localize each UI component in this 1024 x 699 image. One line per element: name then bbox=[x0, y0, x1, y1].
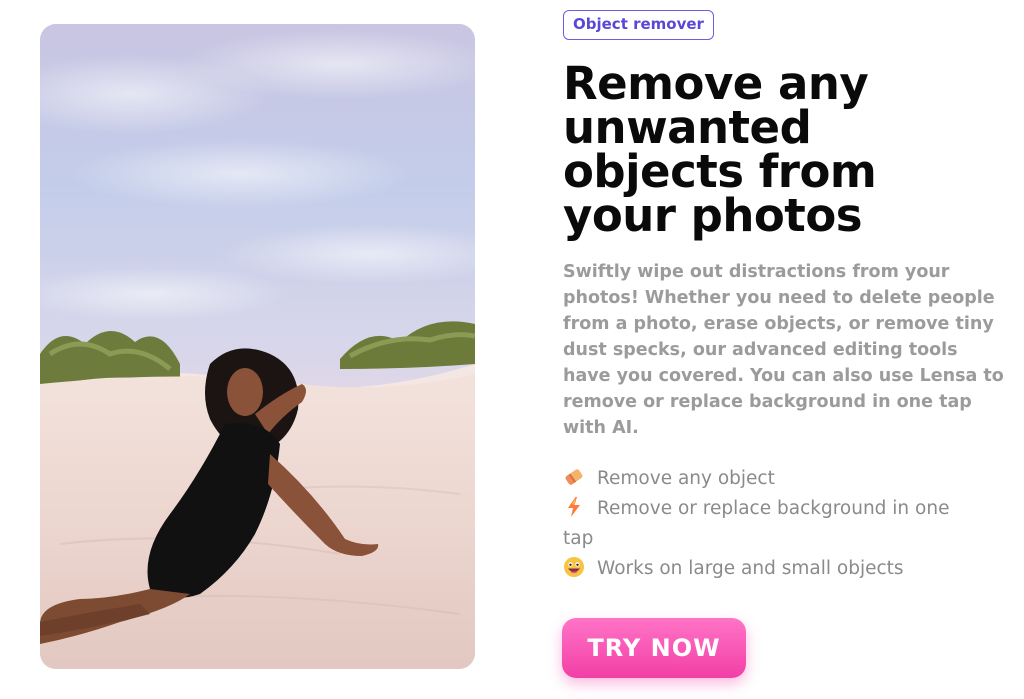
feature-item: Remove or replace background in one tap bbox=[563, 494, 1003, 554]
feature-label: Works on large and small objects bbox=[597, 558, 904, 579]
lightning-icon bbox=[563, 496, 585, 518]
description-line: with AI. bbox=[563, 418, 639, 438]
title-line: your photos bbox=[563, 189, 863, 242]
feature-item: Remove any object bbox=[563, 464, 1003, 494]
description-line: have you covered. You can also use Lensa… bbox=[563, 366, 1004, 386]
feature-label: Remove any object bbox=[597, 468, 775, 489]
description-line: photos! Whether you need to delete peopl… bbox=[563, 288, 995, 308]
title-line: unwanted bbox=[563, 101, 812, 154]
feature-label-continued: tap bbox=[563, 528, 594, 549]
page: Object remover Remove any unwanted objec… bbox=[0, 0, 1024, 699]
try-now-button[interactable]: TRY NOW bbox=[562, 618, 746, 678]
title-line: objects from bbox=[563, 145, 877, 198]
feature-item: Works on large and small objects bbox=[563, 554, 1003, 584]
description-line: from a photo, erase objects, or remove t… bbox=[563, 314, 994, 334]
woman-on-sand-dune-image bbox=[40, 24, 475, 669]
object-remover-badge: Object remover bbox=[563, 10, 714, 40]
description-line: dust specks, our advanced editing tools bbox=[563, 340, 958, 360]
description-line: Swiftly wipe out distractions from your bbox=[563, 262, 950, 282]
eraser-icon bbox=[563, 466, 585, 488]
title-line: Remove any bbox=[563, 57, 869, 110]
feature-label: Remove or replace background in one bbox=[597, 498, 950, 519]
page-title: Remove any unwanted objects from your ph… bbox=[563, 57, 1003, 242]
description: Swiftly wipe out distractions from your … bbox=[563, 259, 1004, 441]
description-line: remove or replace background in one tap bbox=[563, 392, 972, 412]
hero-photo bbox=[40, 24, 475, 669]
feature-list: Remove any object Remove or replace back… bbox=[563, 464, 1003, 584]
grinning-face-icon bbox=[563, 556, 585, 578]
